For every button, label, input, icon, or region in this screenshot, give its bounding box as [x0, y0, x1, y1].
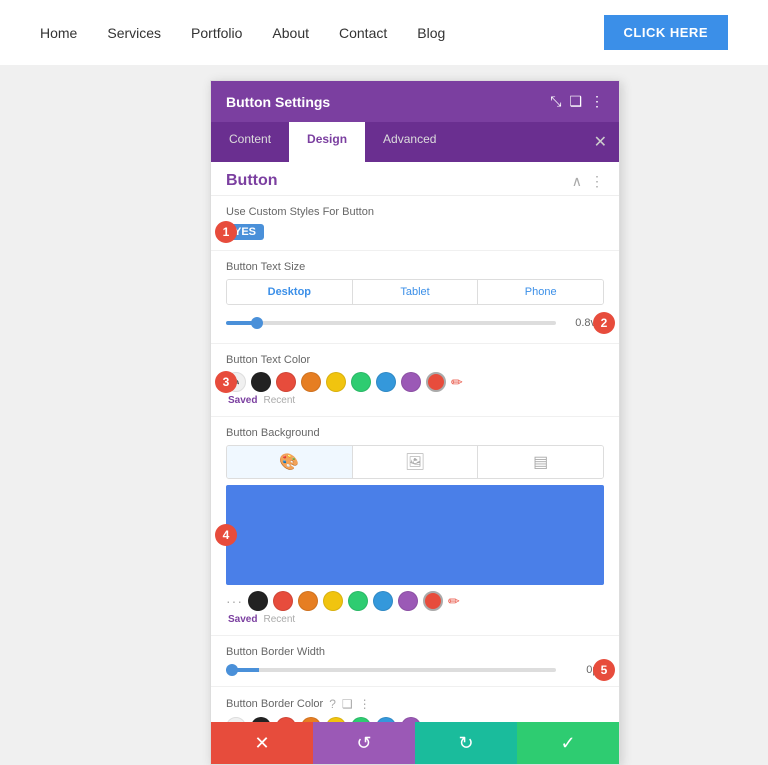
button-settings-panel: Button Settings ⤡ ❑ ⋮ Content Design Adv…: [210, 80, 620, 765]
text-color-label: Button Text Color: [226, 354, 604, 366]
border-help-icon[interactable]: ?: [329, 697, 336, 711]
collapse-icon[interactable]: ∧: [572, 173, 582, 190]
border-width-slider[interactable]: [226, 668, 556, 672]
border-square-icon[interactable]: ❑: [342, 697, 353, 711]
click-here-button[interactable]: CLICK HERE: [604, 15, 728, 50]
phone-tab[interactable]: Phone: [478, 280, 603, 304]
toggle-row: 1 YES: [226, 224, 604, 240]
bg-swatch-pink[interactable]: [423, 591, 443, 611]
border-width-label: Button Border Width: [226, 646, 604, 658]
bg-pencil-icon[interactable]: ✏: [448, 593, 460, 610]
swatch-orange[interactable]: [301, 372, 321, 392]
swatch-yellow[interactable]: [326, 372, 346, 392]
bg-more-dots[interactable]: ···: [226, 593, 243, 609]
panel-header-icons: ⤡ ❑ ⋮: [550, 93, 604, 110]
border-color-label-text: Button Border Color: [226, 698, 323, 710]
nav-home[interactable]: Home: [40, 25, 77, 41]
section-header: Button ∧ ⋮: [211, 162, 619, 196]
bg-tabs: 🎨 🖼 ▤: [226, 445, 604, 479]
swatch-black[interactable]: [251, 372, 271, 392]
save-button[interactable]: ✓: [517, 722, 619, 764]
nav-blog[interactable]: Blog: [417, 25, 445, 41]
bg-saved-recent: Saved Recent: [226, 614, 604, 625]
step-badge-1: 1: [215, 221, 237, 243]
border-width-row: Button Border Width 0px 5: [211, 636, 619, 687]
step-badge-4: 4: [215, 524, 237, 546]
bg-tab-color[interactable]: 🎨: [227, 446, 353, 478]
step-badge-4-wrapper: 4: [226, 485, 604, 585]
bg-swatch-green[interactable]: [348, 591, 368, 611]
step-badge-2: 2: [593, 312, 615, 334]
section-more-icon[interactable]: ⋮: [590, 173, 604, 190]
swatch-blue[interactable]: [376, 372, 396, 392]
slider-row: 2 0.8vw: [226, 313, 604, 333]
border-color-row: Button Border Color ? ❑ ⋮ ✎ ✏: [211, 687, 619, 722]
bg-label: Button Background: [226, 427, 604, 439]
bg-swatch-black[interactable]: [248, 591, 268, 611]
tab-content[interactable]: Content: [211, 122, 289, 162]
panel-body: Button ∧ ⋮ Use Custom Styles For Button …: [211, 162, 619, 722]
panel-close-icon[interactable]: ✕: [582, 122, 619, 162]
swatch-pink-red[interactable]: [426, 372, 446, 392]
swatch-purple[interactable]: [401, 372, 421, 392]
bg-recent-link[interactable]: Recent: [263, 614, 295, 625]
bg-row: Button Background 🎨 🖼 ▤ 4 ···: [211, 417, 619, 636]
bg-swatch-red[interactable]: [273, 591, 293, 611]
action-bar: ✕ ↺ ↻ ✓: [211, 722, 619, 764]
text-color-swatches-row: 3 ✎ ✏: [226, 372, 604, 392]
nav-services[interactable]: Services: [107, 25, 161, 41]
text-size-slider[interactable]: [226, 321, 556, 325]
undo-button[interactable]: ↺: [313, 722, 415, 764]
panel-header: Button Settings ⤡ ❑ ⋮: [211, 81, 619, 122]
nav-portfolio[interactable]: Portfolio: [191, 25, 242, 41]
panel-tabs-bar: Content Design Advanced ✕: [211, 122, 619, 162]
section-title: Button: [226, 172, 278, 190]
expand-icon[interactable]: ❑: [569, 93, 582, 110]
text-color-row: Button Text Color 3 ✎ ✏ Saved Recen: [211, 344, 619, 417]
custom-styles-label: Use Custom Styles For Button: [226, 206, 604, 218]
color-preview-box[interactable]: [226, 485, 604, 585]
minimize-icon[interactable]: ⤡: [550, 93, 561, 110]
nav-links: Home Services Portfolio About Contact Bl…: [40, 25, 445, 41]
bg-swatch-blue[interactable]: [373, 591, 393, 611]
tab-advanced[interactable]: Advanced: [365, 122, 454, 162]
custom-styles-row: Use Custom Styles For Button 1 YES: [211, 196, 619, 251]
bg-swatches-row: ··· ✏: [226, 591, 604, 611]
step-badge-3: 3: [215, 371, 237, 393]
recent-link[interactable]: Recent: [263, 395, 295, 406]
bg-saved-link[interactable]: Saved: [228, 614, 257, 625]
bg-swatch-yellow[interactable]: [323, 591, 343, 611]
step-badge-5: 5: [593, 659, 615, 681]
more-icon[interactable]: ⋮: [590, 93, 604, 110]
border-color-label-row: Button Border Color ? ❑ ⋮: [226, 697, 604, 711]
bg-tab-image[interactable]: 🖼: [353, 446, 479, 478]
swatch-red[interactable]: [276, 372, 296, 392]
swatch-pencil-icon[interactable]: ✏: [451, 374, 463, 391]
border-slider-row: 0px 5: [226, 664, 604, 676]
nav-about[interactable]: About: [272, 25, 309, 41]
top-nav: Home Services Portfolio About Contact Bl…: [0, 0, 768, 65]
page-background: Button Settings ⤡ ❑ ⋮ Content Design Adv…: [0, 65, 768, 697]
text-size-row: Button Text Size Desktop Tablet Phone 2 …: [211, 251, 619, 344]
panel-title: Button Settings: [226, 94, 330, 110]
swatch-green[interactable]: [351, 372, 371, 392]
border-dots-icon[interactable]: ⋮: [359, 697, 371, 711]
bg-swatch-purple[interactable]: [398, 591, 418, 611]
responsive-tabs: Desktop Tablet Phone: [226, 279, 604, 305]
desktop-tab[interactable]: Desktop: [227, 280, 353, 304]
tab-design[interactable]: Design: [289, 122, 365, 162]
bg-tab-gradient[interactable]: ▤: [478, 446, 603, 478]
text-size-label: Button Text Size: [226, 261, 604, 273]
redo-button[interactable]: ↻: [415, 722, 517, 764]
nav-contact[interactable]: Contact: [339, 25, 387, 41]
bg-swatch-orange[interactable]: [298, 591, 318, 611]
tablet-tab[interactable]: Tablet: [353, 280, 479, 304]
saved-link[interactable]: Saved: [228, 395, 257, 406]
cancel-button[interactable]: ✕: [211, 722, 313, 764]
section-header-icons: ∧ ⋮: [572, 173, 604, 190]
saved-recent-text: Saved Recent: [226, 395, 604, 406]
